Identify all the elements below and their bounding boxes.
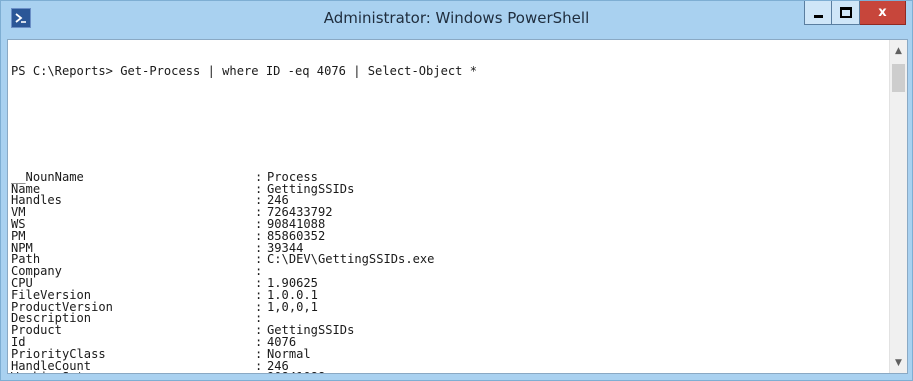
property-row: PM:85860352 <box>11 228 889 243</box>
property-row: FileVersion:1.0.0.1 <box>11 289 889 302</box>
property-name: WS <box>11 216 26 231</box>
property-row: Product: GettingSSIDs <box>11 323 889 338</box>
vertical-scrollbar[interactable]: ▲ ▼ <box>889 40 907 373</box>
property-name: WorkingSet <box>11 371 255 373</box>
caption-buttons: x <box>804 1 906 25</box>
scroll-down-arrow-icon[interactable]: ▼ <box>890 354 907 371</box>
property-row: WorkingSet:90841088 <box>11 370 889 373</box>
close-icon: x <box>878 5 887 20</box>
title-bar[interactable]: Administrator: Windows PowerShell x <box>1 1 912 39</box>
close-button[interactable]: x <box>860 1 906 25</box>
property-value: 90841088 <box>267 370 325 373</box>
property-row: Path: C:\DEV\GettingSSIDs.exe <box>11 252 889 267</box>
property-list: __NounName: Process Name: GettingSSIDs Handl… <box>11 169 889 373</box>
property-name: NPM <box>11 240 33 255</box>
property-row: __NounName: Process <box>11 169 889 184</box>
property-row: Handles:246 <box>11 193 889 208</box>
powershell-window: Administrator: Windows PowerShell x PS C… <box>0 0 913 381</box>
property-row: WS:90841088 <box>11 216 889 231</box>
maximize-button[interactable] <box>832 1 860 25</box>
property-row: ProductVersion:1,0,0,1 <box>11 299 889 314</box>
maximize-icon <box>839 7 852 18</box>
property-row: Description: <box>11 312 889 325</box>
property-row: Company: <box>11 264 889 279</box>
property-name: VM <box>11 205 26 220</box>
property-row: Name: GettingSSIDs <box>11 183 889 196</box>
property-name: Company <box>11 264 62 279</box>
property-name: Handles <box>11 193 62 208</box>
property-name: __NounName <box>11 169 84 184</box>
property-name: PM <box>11 228 26 243</box>
property-value: 1,0,0,1 <box>267 299 318 314</box>
window-title: Administrator: Windows PowerShell <box>323 9 590 27</box>
console-output[interactable]: PS C:\Reports> Get-Process | where ID -e… <box>8 40 889 373</box>
scroll-up-arrow-icon[interactable]: ▲ <box>890 42 907 59</box>
scrollbar-thumb[interactable] <box>892 64 905 92</box>
property-row: CPU:1.90625 <box>11 277 889 290</box>
property-separator: : <box>255 371 267 373</box>
property-row: PriorityClass: Normal <box>11 348 889 361</box>
console-prompt-line: PS C:\Reports> Get-Process | where ID -e… <box>11 63 477 78</box>
property-row: HandleCount:246 <box>11 359 889 373</box>
console-client-area[interactable]: PS C:\Reports> Get-Process | where ID -e… <box>7 39 908 374</box>
property-name: Product <box>11 323 62 338</box>
property-row: NPM:39344 <box>11 240 889 255</box>
property-value: C:\DEV\GettingSSIDs.exe <box>267 252 435 267</box>
property-row: Id:4076 <box>11 336 889 349</box>
property-row: VM:726433792 <box>11 205 889 220</box>
minimize-icon <box>813 15 823 18</box>
minimize-button[interactable] <box>804 1 832 25</box>
